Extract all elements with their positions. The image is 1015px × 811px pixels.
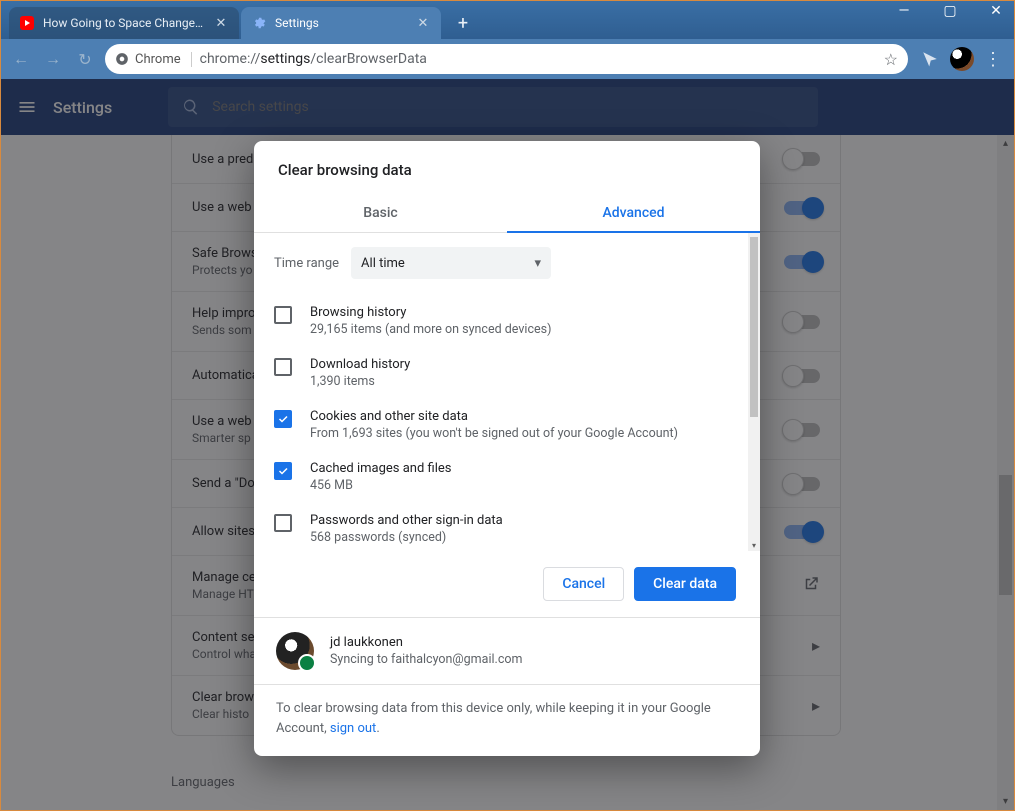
dialog-content: Time range All time ▾ Browsing history 29… <box>254 233 760 551</box>
checklist-item: Cookies and other site data From 1,693 si… <box>274 399 740 451</box>
checkbox[interactable] <box>274 462 292 480</box>
close-window-button[interactable]: ✕ <box>982 3 1010 19</box>
tab-title: How Going to Space Changes the <box>43 16 207 30</box>
check-item-subtitle: 456 MB <box>310 478 451 493</box>
tab-basic[interactable]: Basic <box>254 193 507 232</box>
time-range-value: All time <box>361 256 405 271</box>
chrome-label: Chrome <box>135 52 181 67</box>
clear-browsing-data-dialog: Clear browsing data Basic Advanced Time … <box>254 141 760 756</box>
tab-advanced[interactable]: Advanced <box>507 193 760 233</box>
youtube-icon <box>19 15 35 31</box>
tab-title: Settings <box>275 16 409 30</box>
window-titlebar: How Going to Space Changes the ✕ Setting… <box>1 1 1014 39</box>
checkbox[interactable] <box>274 358 292 376</box>
close-icon[interactable]: ✕ <box>415 15 431 31</box>
check-item-title: Download history <box>310 357 410 372</box>
address-bar[interactable]: Chrome chrome://settings/clearBrowserDat… <box>105 44 908 74</box>
scrollbar-thumb[interactable] <box>750 237 758 417</box>
checkbox[interactable] <box>274 514 292 532</box>
account-sync-status: Syncing to faithalcyon@gmail.com <box>330 652 522 667</box>
clear-data-button[interactable]: Clear data <box>634 567 736 601</box>
browser-tab-youtube[interactable]: How Going to Space Changes the ✕ <box>9 7 239 39</box>
time-range-label: Time range <box>274 256 339 271</box>
checkbox[interactable] <box>274 306 292 324</box>
scroll-down-arrow[interactable]: ▾ <box>748 539 760 551</box>
minimize-button[interactable]: — <box>890 3 918 19</box>
dialog-account-footer: jd laukkonen Syncing to faithalcyon@gmai… <box>254 617 760 684</box>
new-tab-button[interactable]: + <box>449 9 477 37</box>
chrome-menu-button[interactable]: ⋮ <box>984 49 1002 70</box>
dialog-title: Clear browsing data <box>254 141 760 193</box>
dialog-note: To clear browsing data from this device … <box>254 684 760 756</box>
check-item-subtitle: 568 passwords (synced) <box>310 530 503 545</box>
bookmark-star-icon[interactable]: ☆ <box>884 50 898 69</box>
checklist-item: Passwords and other sign-in data 568 pass… <box>274 503 740 551</box>
close-icon[interactable]: ✕ <box>213 15 229 31</box>
profile-avatar[interactable] <box>950 47 974 71</box>
check-item-title: Cookies and other site data <box>310 409 678 424</box>
gear-icon <box>251 15 267 31</box>
chevron-down-icon: ▾ <box>535 256 542 271</box>
check-item-subtitle: 29,165 items (and more on synced devices… <box>310 322 551 337</box>
reload-button[interactable]: ↻ <box>73 47 97 71</box>
checklist-item: Download history 1,390 items <box>274 347 740 399</box>
dialog-actions: Cancel Clear data <box>254 551 760 617</box>
chrome-icon <box>115 52 129 66</box>
check-item-subtitle: From 1,693 sites (you won't be signed ou… <box>310 426 678 441</box>
dialog-tabs: Basic Advanced <box>254 193 760 233</box>
browser-toolbar: ← → ↻ Chrome chrome://settings/clearBrow… <box>1 39 1014 79</box>
check-item-title: Passwords and other sign-in data <box>310 513 503 528</box>
check-item-title: Browsing history <box>310 305 551 320</box>
checklist-item: Cached images and files 456 MB <box>274 451 740 503</box>
checkbox[interactable] <box>274 410 292 428</box>
cancel-button[interactable]: Cancel <box>543 567 624 601</box>
account-name: jd laukkonen <box>330 635 522 650</box>
back-button[interactable]: ← <box>9 47 33 71</box>
window-controls: — ▢ ✕ <box>890 3 1010 19</box>
url-text: chrome://settings/clearBrowserData <box>200 51 876 67</box>
check-item-subtitle: 1,390 items <box>310 374 410 389</box>
checklist-item: Browsing history 29,165 items (and more o… <box>274 295 740 347</box>
browser-tab-settings[interactable]: Settings ✕ <box>241 7 441 39</box>
forward-button[interactable]: → <box>41 47 65 71</box>
sign-out-link[interactable]: sign out <box>330 721 376 736</box>
time-range-select[interactable]: All time ▾ <box>351 247 551 279</box>
account-avatar <box>276 632 314 670</box>
time-range-row: Time range All time ▾ <box>274 247 740 279</box>
dialog-scrollbar[interactable]: ▾ <box>748 233 760 551</box>
tab-strip: How Going to Space Changes the ✕ Setting… <box>1 1 477 39</box>
extension-icon[interactable] <box>920 49 940 69</box>
maximize-button[interactable]: ▢ <box>936 3 964 19</box>
check-item-title: Cached images and files <box>310 461 451 476</box>
site-chip: Chrome <box>115 52 192 67</box>
